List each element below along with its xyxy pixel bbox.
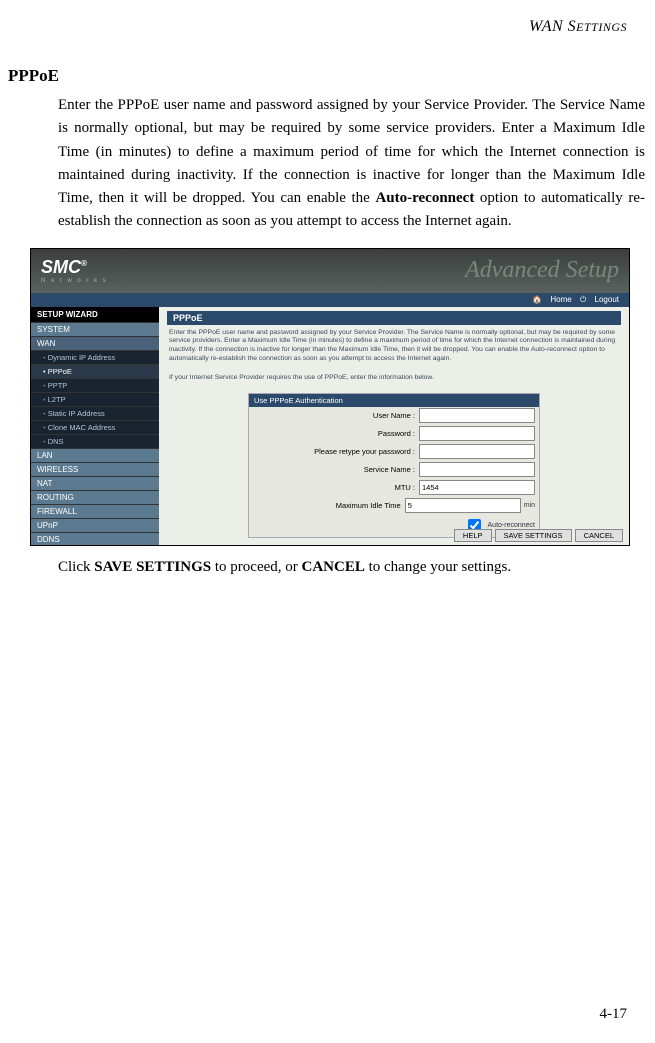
sidebar-item-l2tp[interactable]: L2TP xyxy=(31,393,159,407)
idle-input[interactable] xyxy=(405,498,521,513)
para2-mid: to proceed, or xyxy=(211,559,301,575)
sidebar-item-wireless[interactable]: WIRELESS xyxy=(31,463,159,477)
sidebar-item-pppoe[interactable]: PPPoE xyxy=(31,365,159,379)
save-settings-button[interactable]: SAVE SETTINGS xyxy=(495,529,572,542)
para2-post: to change your settings. xyxy=(365,559,511,575)
sidebar-item-wan[interactable]: WAN xyxy=(31,337,159,351)
home-link[interactable]: 🏠 Home xyxy=(532,295,572,304)
panel-desc2: If your Internet Service Provider requir… xyxy=(167,370,621,389)
sidebar-item-routing[interactable]: ROUTING xyxy=(31,491,159,505)
paragraph-1: Enter the PPPoE user name and password a… xyxy=(0,94,655,234)
sidebar-item-lan[interactable]: LAN xyxy=(31,449,159,463)
panel-desc: Enter the PPPoE user name and password a… xyxy=(167,325,621,370)
sidebar-item-dns[interactable]: DNS xyxy=(31,435,159,449)
mtu-label: MTU : xyxy=(253,483,419,492)
topbar: SMC®N e t w o r k s Advanced Setup xyxy=(31,249,629,293)
home-link-label: Home xyxy=(550,295,571,304)
pppoe-form: Use PPPoE Authentication User Name : Pas… xyxy=(248,393,540,538)
sidebar-setup-wizard[interactable]: SETUP WIZARD xyxy=(31,307,159,323)
sidebar-item-system[interactable]: SYSTEM xyxy=(31,323,159,337)
password-input[interactable] xyxy=(419,426,535,441)
paragraph-2: Click SAVE SETTINGS to proceed, or CANCE… xyxy=(0,556,655,579)
advanced-setup-title: Advanced Setup xyxy=(465,257,619,284)
top-links-bar: 🏠 Home ⏻ Logout xyxy=(31,293,629,307)
sidebar-item-ddns[interactable]: DDNS xyxy=(31,533,159,546)
cancel-button[interactable]: CANCEL xyxy=(575,529,623,542)
password-label: Password : xyxy=(253,429,419,438)
logout-link-label: Logout xyxy=(595,295,619,304)
embedded-screenshot: SMC®N e t w o r k s Advanced Setup 🏠 Hom… xyxy=(30,248,630,546)
logo-sub: N e t w o r k s xyxy=(41,278,108,284)
retype-input[interactable] xyxy=(419,444,535,459)
retype-label: Please retype your password : xyxy=(253,447,419,456)
button-bar: HELP SAVE SETTINGS CANCEL xyxy=(454,529,623,542)
sidebar-item-clone-mac[interactable]: Clone MAC Address xyxy=(31,421,159,435)
para1-bold: Auto-reconnect xyxy=(375,190,474,206)
username-label: User Name : xyxy=(253,411,419,420)
logout-link[interactable]: ⏻ Logout xyxy=(580,295,619,304)
service-input[interactable] xyxy=(419,462,535,477)
para2-b2: CANCEL xyxy=(302,559,365,575)
service-label: Service Name : xyxy=(253,465,419,474)
content-panel: PPPoE Enter the PPPoE user name and pass… xyxy=(159,307,629,531)
sidebar-item-dynamic-ip[interactable]: Dynamic IP Address xyxy=(31,351,159,365)
para2-pre: Click xyxy=(58,559,94,575)
page-number: 4-17 xyxy=(600,1006,628,1023)
username-input[interactable] xyxy=(419,408,535,423)
idle-unit: min xyxy=(521,502,535,509)
sidebar-item-firewall[interactable]: FIREWALL xyxy=(31,505,159,519)
sidebar: SETUP WIZARD SYSTEM WAN Dynamic IP Addre… xyxy=(31,307,159,531)
idle-label: Maximum Idle Time xyxy=(253,501,405,510)
form-header: Use PPPoE Authentication xyxy=(249,394,539,407)
help-button[interactable]: HELP xyxy=(454,529,492,542)
sidebar-item-nat[interactable]: NAT xyxy=(31,477,159,491)
running-header: WAN SETTINGS xyxy=(0,0,655,36)
section-title: PPPoE xyxy=(0,36,655,94)
logo-main: SMC xyxy=(41,257,81,277)
logo: SMC®N e t w o r k s xyxy=(41,257,108,284)
sidebar-item-pptp[interactable]: PPTP xyxy=(31,379,159,393)
para2-b1: SAVE SETTINGS xyxy=(94,559,211,575)
sidebar-item-upnp[interactable]: UPnP xyxy=(31,519,159,533)
sidebar-item-static-ip[interactable]: Static IP Address xyxy=(31,407,159,421)
mtu-input[interactable] xyxy=(419,480,535,495)
panel-title: PPPoE xyxy=(167,311,621,325)
